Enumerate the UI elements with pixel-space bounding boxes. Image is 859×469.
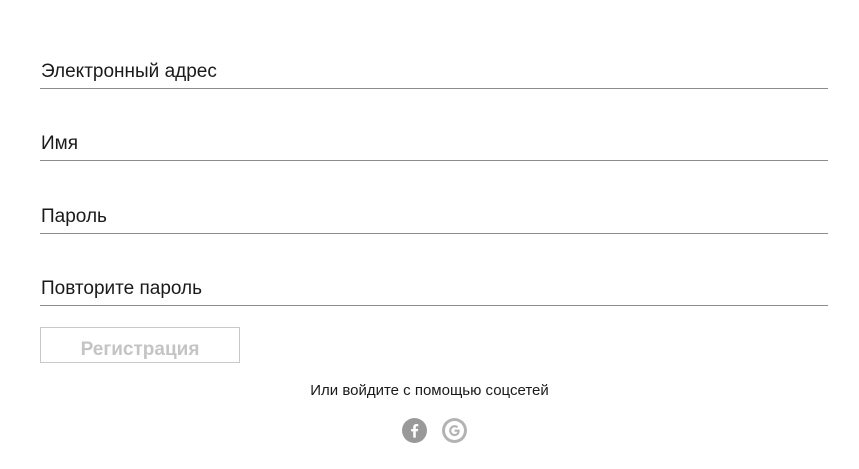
facebook-login-button[interactable] (402, 418, 427, 443)
password-field[interactable] (40, 200, 828, 234)
social-login-prompt: Или войдите с помощью соцсетей (310, 382, 549, 399)
google-login-button[interactable] (442, 418, 467, 443)
facebook-icon (402, 418, 427, 443)
email-field[interactable] (40, 55, 828, 89)
repeat-password-field[interactable] (40, 272, 828, 306)
name-field[interactable] (40, 127, 828, 161)
social-login-buttons (402, 418, 468, 444)
register-button[interactable]: Регистрация (40, 327, 240, 363)
google-icon (442, 418, 467, 443)
